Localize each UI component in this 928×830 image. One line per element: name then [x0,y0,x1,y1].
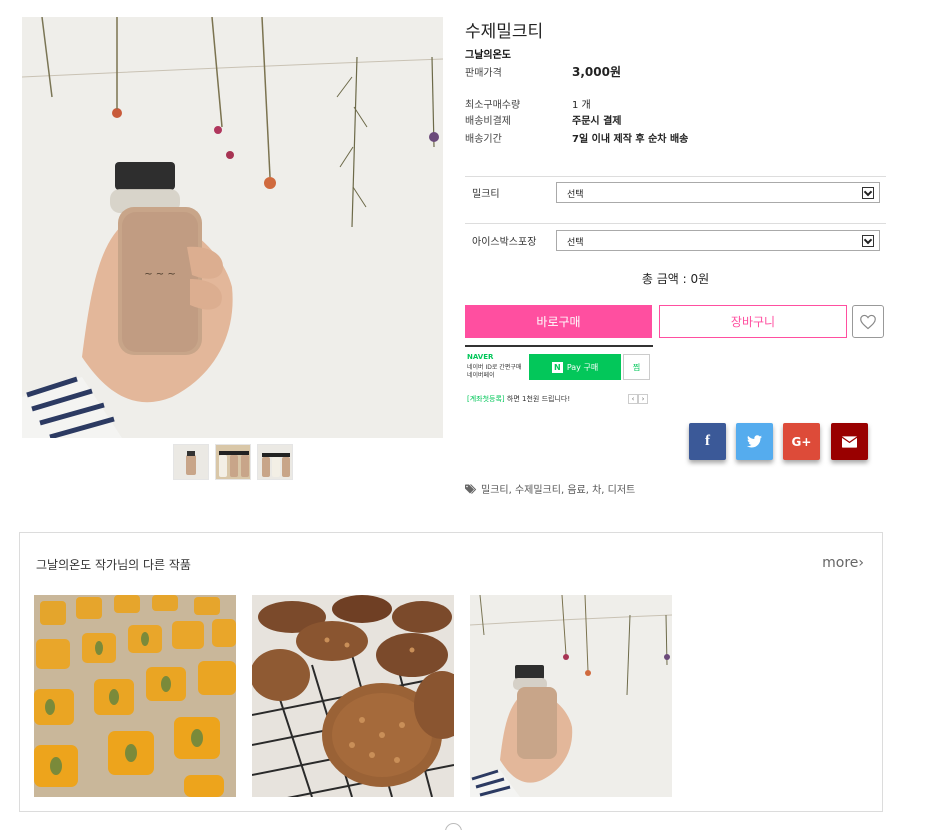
prev-arrow-icon[interactable]: ‹ [628,394,638,404]
more-link[interactable]: more› [822,555,864,571]
svg-text:~ ~ ~: ~ ~ ~ [144,269,176,280]
naver-pay-promo: [계좌첫등록] 하면 1천원 드립니다! [467,394,570,404]
shipping-payment-value: 주문시 결제 [572,116,622,127]
other-work-1[interactable] [34,595,236,797]
price-label: 판매가격 [465,68,502,79]
option-label-icebox: 아이스박스포장 [472,237,537,248]
scroll-indicator[interactable] [445,823,462,830]
option-select-value: 선택 [567,238,584,248]
option-select-milktea[interactable]: 선택 [556,182,880,203]
thumbnail-3[interactable] [257,444,293,480]
wishlist-button[interactable] [852,305,884,338]
naver-pay-line2: 네이버페이 [467,372,495,379]
product-main-image: ~ ~ ~ [22,17,443,438]
google-plus-icon: G+ [791,434,812,449]
product-tags: 밀크티, 수제밀크티, 음료, 차, 디저트 [465,481,635,496]
add-to-cart-button[interactable]: 장바구니 [659,305,847,338]
next-arrow-icon[interactable]: › [638,394,648,404]
other-works-title: 그날의온도 작가님의 다른 작품 [36,558,191,572]
naver-wish-button[interactable]: 찜 [623,354,650,380]
divider [465,223,886,224]
option-select-icebox[interactable]: 선택 [556,230,880,251]
other-work-2[interactable] [252,595,454,797]
tags-text[interactable]: 밀크티, 수제밀크티, 음료, 차, 디저트 [481,481,635,496]
naver-pay-button-label: Pay 구매 [566,362,599,372]
shipping-period-label: 배송기간 [465,134,502,145]
promo-arrows: ‹ › [628,394,648,404]
price-value: 3,000원 [572,65,621,79]
naver-logo: NAVER [467,353,494,361]
envelope-icon [842,435,857,448]
divider [465,345,653,347]
min-qty-label: 최소구매수량 [465,100,521,111]
tag-icon [465,483,477,494]
buy-now-button[interactable]: 바로구매 [465,305,652,338]
share-email-button[interactable] [831,423,868,460]
shipping-period-value: 7일 이내 제작 후 순차 배송 [572,134,689,145]
twitter-icon [747,435,762,448]
share-google-plus-button[interactable]: G+ [783,423,820,460]
other-works-section: 그날의온도 작가님의 다른 작품 more› [19,532,883,812]
naver-pay-widget: NAVER 네이버 ID로 간편구매 네이버페이 N Pay 구매 찜 [계좌첫… [465,345,653,407]
divider [465,176,886,177]
other-work-3[interactable] [470,595,672,797]
promo-highlight: [계좌첫등록] [467,395,505,403]
naver-pay-button[interactable]: N Pay 구매 [529,354,621,380]
option-label-milktea: 밀크티 [472,189,500,200]
shipping-payment-label: 배송비결제 [465,116,511,127]
chevron-down-icon [862,235,874,247]
thumbnail-2[interactable] [215,444,251,480]
promo-text: 하면 1천원 드립니다! [506,395,571,403]
total-amount: 총 금액 : 0원 [641,272,710,286]
min-qty-value: 1 개 [572,100,591,111]
facebook-icon: f [705,433,710,449]
thumbnail-1[interactable] [173,444,209,480]
maker-name[interactable]: 그날의온도 [465,46,511,61]
chevron-down-icon [862,187,874,199]
naver-n-icon: N [551,361,563,373]
product-title: 수제밀크티 [465,22,544,42]
share-twitter-button[interactable] [736,423,773,460]
option-select-value: 선택 [567,190,584,200]
thumbnail-strip [173,444,293,480]
share-facebook-button[interactable]: f [689,423,726,460]
heart-icon [860,314,876,329]
